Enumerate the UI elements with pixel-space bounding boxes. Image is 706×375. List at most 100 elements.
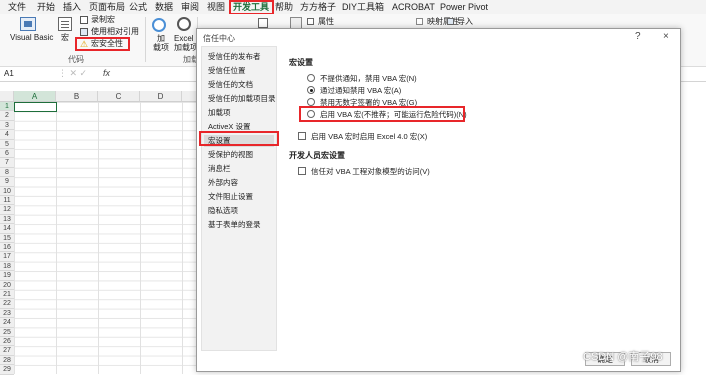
help-icon[interactable]: ?	[635, 31, 641, 42]
row-header[interactable]: 15	[0, 233, 14, 243]
trust-center-nav: 受信任的发布者 受信任位置 受信任的文档 受信任的加载项目录 加载项 Activ…	[201, 46, 277, 351]
tab-file[interactable]: 文件	[8, 1, 26, 13]
row-header[interactable]: 28	[0, 355, 14, 366]
tab-fangfanggezi[interactable]: 方方格子	[300, 1, 336, 13]
visual-basic-button[interactable]: Visual Basic	[10, 33, 53, 43]
nav-trusted-locations[interactable]: 受信任位置	[208, 65, 246, 77]
option-disable-unsigned[interactable]: 禁用无数字签署的 VBA 宏(G)	[307, 97, 417, 108]
column-header[interactable]: A	[14, 91, 56, 102]
row-header[interactable]: 22	[0, 299, 14, 309]
row-header[interactable]: 14	[0, 224, 14, 234]
option-enable-all-macros[interactable]: 启用 VBA 宏(不推荐；可能运行危险代码)(N)	[307, 109, 467, 120]
tab-page-layout[interactable]: 页面布局	[89, 1, 125, 13]
developer-macro-settings-heading: 开发人员宏设置	[289, 151, 345, 160]
row-header[interactable]: 27	[0, 346, 14, 356]
active-cell-a1[interactable]	[14, 102, 57, 113]
row-header[interactable]: 18	[0, 261, 14, 272]
row-header[interactable]: 17	[0, 252, 14, 262]
gear-icon	[177, 17, 191, 31]
tab-diy-toolbox[interactable]: DIY工具箱	[342, 1, 384, 13]
tab-power-pivot[interactable]: Power Pivot	[440, 1, 488, 13]
cell-area[interactable]	[14, 102, 210, 374]
relative-reference-button[interactable]: 使用相对引用	[91, 27, 139, 37]
tab-data[interactable]: 数据	[155, 1, 173, 13]
checkbox[interactable]	[298, 132, 306, 141]
checkbox[interactable]	[298, 167, 306, 176]
row-header[interactable]: 1	[0, 102, 14, 112]
nav-trusted-addin-catalogs[interactable]: 受信任的加载项目录	[208, 93, 276, 105]
nav-message-bar[interactable]: 消息栏	[208, 163, 231, 175]
nav-protected-view[interactable]: 受保护的视图	[208, 149, 253, 161]
excel-addins-button[interactable]: Excel 加载项	[174, 34, 198, 52]
row-header[interactable]: 2	[0, 111, 14, 121]
row-header[interactable]: 6	[0, 149, 14, 159]
worksheet-grid[interactable]: A B C D 1 2 3 4 5 6 7 8 9 10 11 12 13 14 15 16 17 18 19 20 2…	[0, 91, 210, 375]
nav-trusted-documents[interactable]: 受信任的文档	[208, 79, 253, 91]
nav-macro-settings[interactable]: 宏设置	[204, 135, 274, 147]
row-header[interactable]: 25	[0, 327, 14, 337]
import-button[interactable]: 导入	[457, 17, 473, 27]
row-header[interactable]: 13	[0, 214, 14, 225]
tab-acrobat[interactable]: ACROBAT	[392, 1, 435, 13]
macro-security-button[interactable]: 宏安全性	[91, 39, 123, 49]
radio-button[interactable]	[307, 110, 315, 119]
relative-reference-icon	[80, 28, 88, 36]
tab-help[interactable]: 帮助	[275, 1, 293, 13]
watermark: CSDN @南子98	[583, 351, 663, 363]
row-header[interactable]: 29	[0, 365, 14, 375]
column-header[interactable]: C	[98, 91, 140, 102]
option-disable-no-notify[interactable]: 不提供通知，禁用 VBA 宏(N)	[307, 73, 417, 84]
nav-file-block[interactable]: 文件阻止设置	[208, 191, 253, 203]
row-header[interactable]: 20	[0, 280, 14, 290]
ribbon-tab-bar: 文件 开始 插入 页面布局 公式 数据 审阅 视图 开发工具 帮助 方方格子 D…	[0, 0, 706, 15]
row-header[interactable]: 24	[0, 318, 14, 328]
row-header[interactable]: 23	[0, 308, 14, 319]
radio-button[interactable]	[307, 74, 315, 83]
row-header[interactable]: 12	[0, 205, 14, 215]
row-header[interactable]: 26	[0, 337, 14, 347]
macro-settings-heading: 宏设置	[289, 58, 313, 67]
radio-button[interactable]	[307, 98, 315, 107]
column-header[interactable]: B	[56, 91, 98, 102]
row-header[interactable]: 10	[0, 186, 14, 196]
close-icon[interactable]: ×	[663, 31, 669, 42]
tab-developer[interactable]: 开发工具	[233, 1, 270, 15]
tab-view[interactable]: 视图	[207, 1, 225, 13]
tab-formulas[interactable]: 公式	[129, 1, 147, 13]
addins-button[interactable]: 加载项	[153, 34, 169, 52]
name-box[interactable]: A1	[4, 69, 14, 78]
tab-insert[interactable]: 插入	[63, 1, 81, 13]
select-all-corner[interactable]	[0, 91, 14, 102]
nav-privacy-options[interactable]: 隐私选项	[208, 205, 238, 217]
nav-external-content[interactable]: 外部内容	[208, 177, 238, 189]
row-header[interactable]: 11	[0, 196, 14, 206]
option-disable-with-notify[interactable]: 通过通知禁用 VBA 宏(A)	[307, 85, 401, 96]
nav-addins[interactable]: 加载项	[208, 107, 231, 119]
radio-button-selected[interactable]	[307, 86, 315, 95]
record-macro-button[interactable]: 录制宏	[91, 15, 115, 25]
row-header[interactable]: 16	[0, 243, 14, 253]
column-header[interactable]: D	[140, 91, 182, 102]
properties-button[interactable]: 属性	[318, 17, 334, 27]
row-header[interactable]: 8	[0, 167, 14, 178]
tab-home[interactable]: 开始	[37, 1, 55, 13]
nav-trusted-publishers[interactable]: 受信任的发布者	[208, 51, 261, 63]
trust-vba-access-checkbox[interactable]: 信任对 VBA 工程对象模型的访问(V)	[298, 166, 430, 177]
row-header[interactable]: 5	[0, 139, 14, 149]
excel4-macro-checkbox[interactable]: 启用 VBA 宏时启用 Excel 4.0 宏(X)	[298, 131, 427, 142]
row-header[interactable]: 4	[0, 130, 14, 140]
row-header[interactable]: 9	[0, 177, 14, 187]
dialog-title: 信任中心	[203, 34, 235, 43]
nav-activex-settings[interactable]: ActiveX 设置	[208, 121, 251, 133]
row-header[interactable]: 21	[0, 290, 14, 300]
tab-review[interactable]: 审阅	[181, 1, 199, 13]
row-header[interactable]: 19	[0, 271, 14, 281]
formula-bar-controls: ⋮ ✕ ✓	[58, 68, 88, 78]
map-properties-button[interactable]: 映射属性	[427, 17, 459, 27]
nav-form-based-signin[interactable]: 基于表单的登录	[208, 219, 261, 231]
checkbox-label: 信任对 VBA 工程对象模型的访问(V)	[311, 167, 430, 176]
fx-icon[interactable]: fx	[103, 68, 110, 78]
macros-button[interactable]: 宏	[61, 33, 69, 43]
row-header[interactable]: 3	[0, 120, 14, 131]
row-header[interactable]: 7	[0, 158, 14, 168]
